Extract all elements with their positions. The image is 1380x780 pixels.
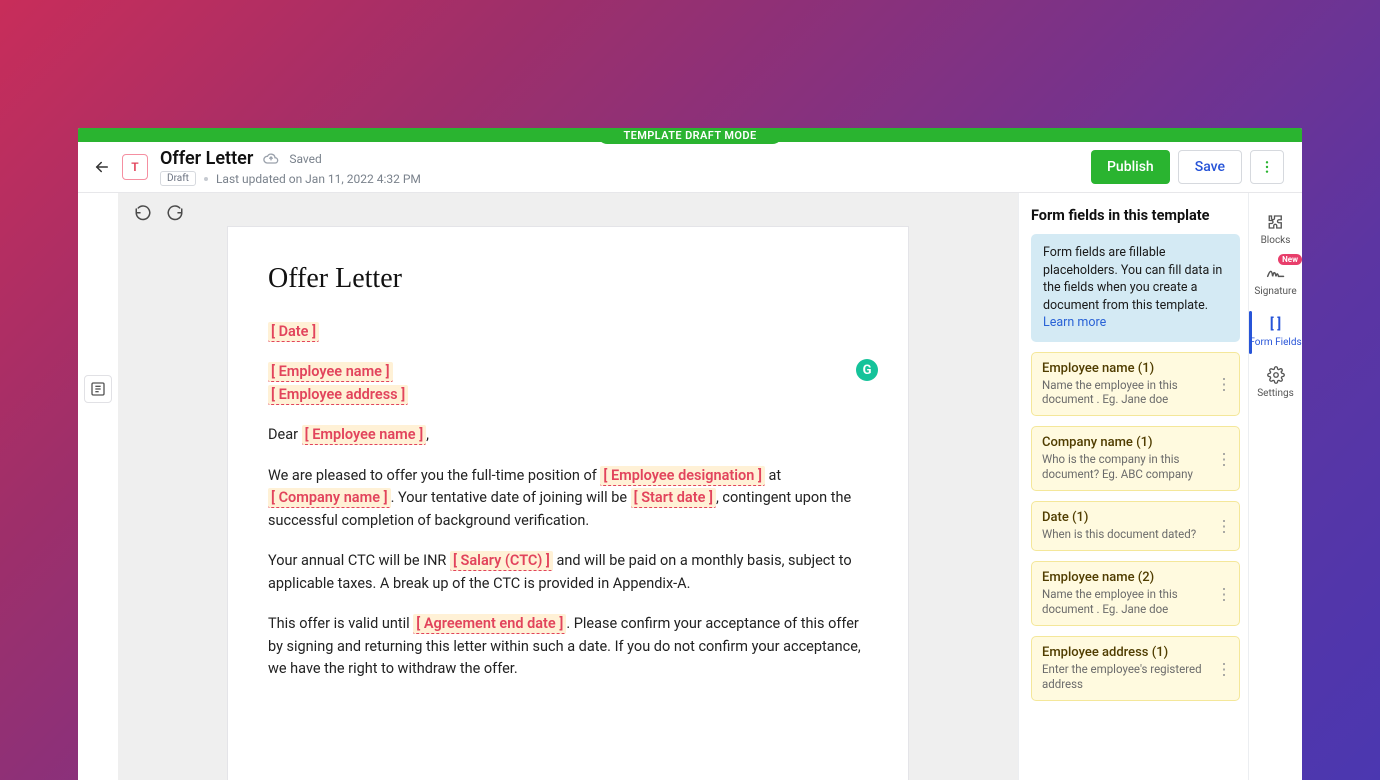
form-field-more[interactable]: ⋮ (1215, 449, 1233, 468)
form-field-title: Date (1) (1042, 510, 1229, 525)
mode-bar: TEMPLATE DRAFT MODE (78, 128, 1302, 142)
separator-dot (204, 177, 208, 181)
puzzle-icon (1267, 213, 1285, 231)
undo-redo-group (134, 203, 184, 221)
outline-button[interactable] (84, 375, 112, 403)
document-heading: Offer Letter (268, 263, 868, 295)
form-field-title: Employee address (1) (1042, 645, 1229, 660)
gear-icon (1267, 366, 1285, 384)
form-field-card[interactable]: Company name (1) Who is the company in t… (1031, 426, 1240, 491)
paragraph-ctc: Your annual CTC will be INR [ Salary (CT… (268, 550, 868, 595)
rail-signature[interactable]: New Signature (1249, 256, 1302, 307)
form-field-sub: Enter the employee's registered address (1042, 662, 1229, 692)
publish-button[interactable]: Publish (1091, 150, 1170, 184)
form-field-more[interactable]: ⋮ (1215, 584, 1233, 603)
document-title: Offer Letter (160, 148, 253, 169)
document-type-badge: T (122, 154, 148, 180)
form-field-card[interactable]: Employee name (2) Name the employee in t… (1031, 561, 1240, 626)
rail-form-fields[interactable]: [ ] Form Fields (1249, 307, 1302, 358)
new-badge: New (1278, 254, 1302, 265)
back-arrow-icon (93, 158, 111, 176)
right-rail: Blocks New Signature [ ] Form Fields Set… (1248, 193, 1302, 780)
outline-icon (90, 381, 106, 397)
redo-button[interactable] (166, 203, 184, 221)
paragraph-salutation: Dear [ Employee name ], (268, 424, 868, 446)
more-actions-button[interactable] (1250, 150, 1284, 184)
form-fields-panel: Form fields in this template Form fields… (1018, 193, 1248, 780)
status-chip: Draft (160, 171, 196, 186)
save-button[interactable]: Save (1178, 150, 1242, 184)
redo-icon (166, 203, 184, 221)
paragraph-validity: This offer is valid until [ Agreement en… (268, 613, 868, 680)
form-field-card[interactable]: Employee address (1) Enter the employee'… (1031, 636, 1240, 701)
info-box: Form fields are fillable placeholders. Y… (1031, 234, 1240, 342)
form-field-sub: Who is the company in this document? Eg.… (1042, 452, 1229, 482)
body: Offer Letter [ Date ] [ Employee name ] … (78, 193, 1302, 780)
field-employee-name[interactable]: [ Employee name ] (268, 362, 393, 382)
paragraph-offer: We are pleased to offer you the full-tim… (268, 465, 868, 532)
field-date[interactable]: [ Date ] (268, 322, 319, 342)
learn-more-link[interactable]: Learn more (1043, 315, 1106, 330)
grammarly-icon[interactable]: G (856, 359, 878, 381)
field-start-date[interactable]: [ Start date ] (631, 488, 716, 508)
brackets-icon: [ ] (1270, 315, 1281, 333)
paragraph-recipient: [ Employee name ] [ Employee address ] (268, 361, 868, 406)
form-field-card[interactable]: Employee name (1) Name the employee in t… (1031, 352, 1240, 417)
paragraph-date: [ Date ] (268, 321, 868, 343)
back-button[interactable] (88, 153, 116, 181)
title-block: Offer Letter Saved Draft Last updated on… (160, 148, 421, 186)
app-window: TEMPLATE DRAFT MODE T Offer Letter Saved… (78, 128, 1302, 780)
form-field-more[interactable]: ⋮ (1215, 659, 1233, 678)
form-field-sub: When is this document dated? (1042, 527, 1229, 542)
form-field-sub: Name the employee in this document . Eg.… (1042, 587, 1229, 617)
document-page[interactable]: Offer Letter [ Date ] [ Employee name ] … (228, 227, 908, 780)
rail-blocks[interactable]: Blocks (1249, 205, 1302, 256)
panel-title: Form fields in this template (1031, 207, 1240, 224)
last-updated: Last updated on Jan 11, 2022 4:32 PM (216, 172, 421, 186)
rail-settings[interactable]: Settings (1249, 358, 1302, 409)
field-employee-address[interactable]: [ Employee address ] (268, 385, 408, 405)
mode-banner: TEMPLATE DRAFT MODE (597, 128, 782, 144)
form-field-card[interactable]: Date (1) When is this document dated? ⋮ (1031, 501, 1240, 551)
field-agreement-end-date[interactable]: [ Agreement end date ] (413, 614, 566, 634)
canvas: Offer Letter [ Date ] [ Employee name ] … (118, 193, 1018, 780)
more-vertical-icon (1259, 159, 1275, 175)
signature-icon (1266, 264, 1286, 282)
cloud-saved-icon (263, 151, 279, 167)
field-company-name[interactable]: [ Company name ] (268, 488, 391, 508)
left-rail (78, 193, 118, 780)
undo-button[interactable] (134, 203, 152, 221)
header: T Offer Letter Saved Draft Last updated … (78, 142, 1302, 193)
field-employee-name-2[interactable]: [ Employee name ] (302, 425, 427, 445)
form-field-title: Employee name (1) (1042, 361, 1229, 376)
field-salary-ctc[interactable]: [ Salary (CTC) ] (450, 551, 553, 571)
form-field-sub: Name the employee in this document . Eg.… (1042, 378, 1229, 408)
form-field-more[interactable]: ⋮ (1215, 374, 1233, 393)
form-field-more[interactable]: ⋮ (1215, 517, 1233, 536)
form-field-title: Company name (1) (1042, 435, 1229, 450)
field-employee-designation[interactable]: [ Employee designation ] (600, 466, 765, 486)
undo-icon (134, 203, 152, 221)
saved-status: Saved (289, 152, 321, 166)
form-field-title: Employee name (2) (1042, 570, 1229, 585)
